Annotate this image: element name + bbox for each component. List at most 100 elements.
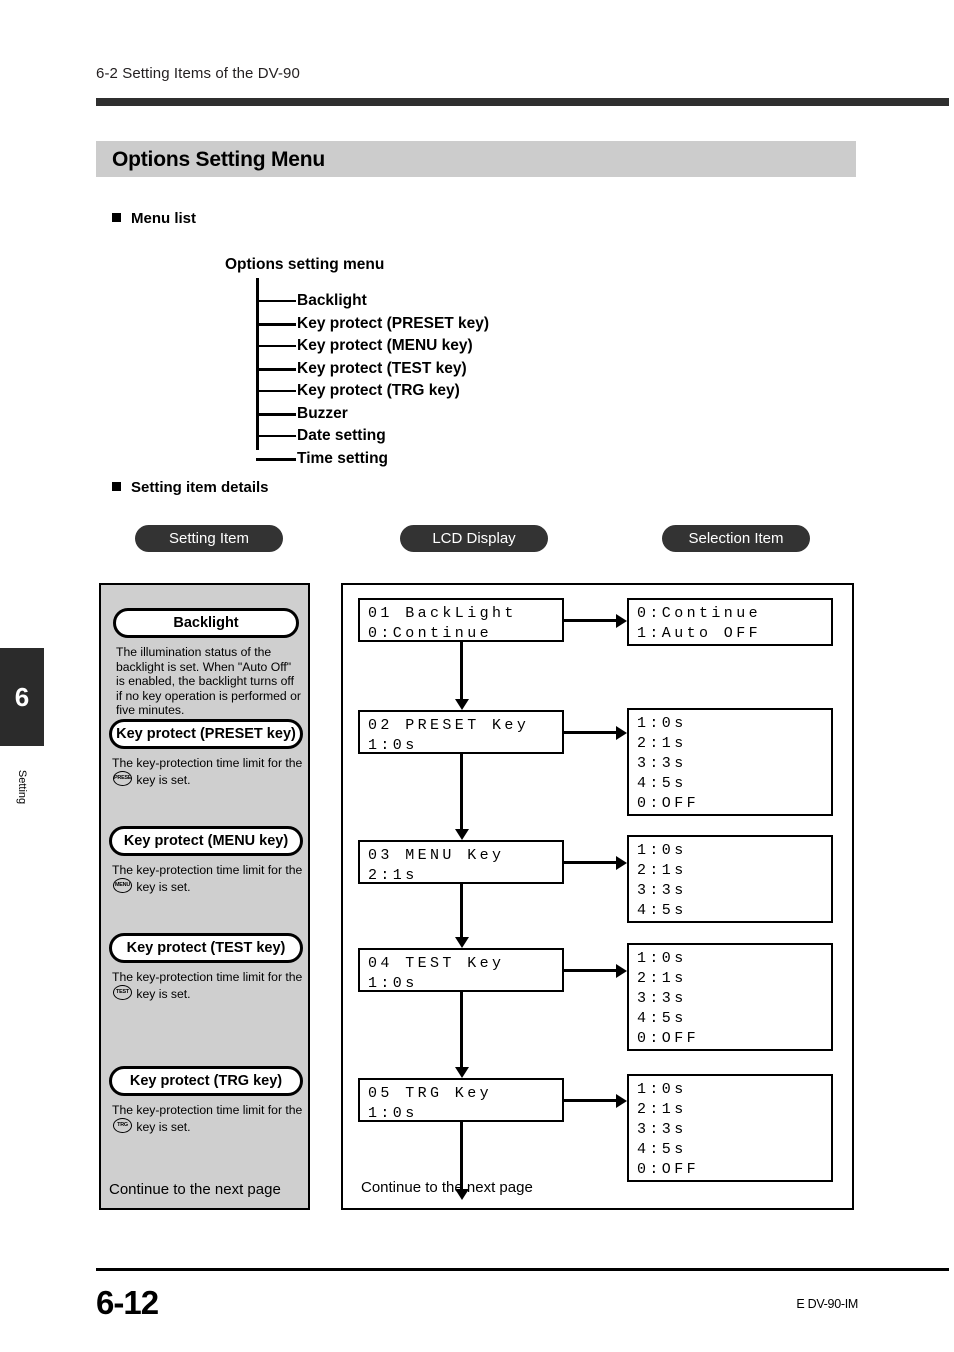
column-header-lcd-display: LCD Display — [400, 525, 548, 552]
lcd-display-3: 03 MENU Key 2:1s — [358, 840, 564, 884]
lcd-line-2: 1:0s — [368, 737, 418, 754]
lcd-line-1: 03 MENU Key — [368, 847, 505, 864]
header-rule — [96, 98, 949, 106]
flow-arrow-vertical-4 — [454, 992, 469, 1078]
lcd-line-1: 01 BackLight — [368, 605, 517, 622]
selection-option-5: 0:OFF — [637, 795, 700, 812]
description-text: key is set. — [133, 1119, 191, 1134]
selection-option-1: 1:0s — [637, 950, 687, 967]
chapter-thumb-tab: 6 — [0, 648, 44, 746]
document-code: E DV-90-IM — [796, 1297, 858, 1311]
description-text: key is set. — [133, 986, 191, 1001]
menu-key-icon: MENU — [113, 877, 132, 893]
lcd-flow-panel: 01 BackLight 0:Continue 0:Continue 1:Auto O… — [341, 583, 854, 1210]
footer-rule — [96, 1268, 949, 1271]
menu-tree-branch — [256, 300, 296, 302]
menu-tree-branch — [256, 367, 296, 371]
continue-next-page-left: Continue to the next page — [109, 1181, 281, 1198]
column-header-selection-item: Selection Item — [662, 525, 810, 552]
section-title-band: Options Setting Menu — [96, 141, 856, 177]
selection-option-1: 1:0s — [637, 715, 687, 732]
setting-item-description-2: The key-protection time limit for the PR… — [112, 756, 306, 787]
flow-arrow-horizontal-4 — [564, 963, 627, 978]
selection-option-4: 4:5s — [637, 1010, 687, 1027]
flow-arrow-vertical-1 — [454, 642, 469, 710]
selection-option-2: 1:Auto OFF — [637, 625, 762, 642]
selection-option-3: 3:3s — [637, 1121, 687, 1138]
setting-item-pill-1: Backlight — [113, 608, 299, 638]
menu-tree: Options setting menu Backlight Key protec… — [225, 256, 645, 467]
selection-option-3: 3:3s — [637, 755, 687, 772]
trg-key-icon: TRG — [113, 1117, 132, 1133]
menu-tree-item-3: Key protect (MENU key) — [297, 337, 473, 354]
selection-item-box-5: 1:0s 2:1s 3:3s 4:5s 0:OFF — [627, 1074, 833, 1182]
test-key-icon: TEST — [113, 984, 132, 1000]
preset-key-icon: PRESET — [113, 770, 132, 786]
heading-setting-item-details-label: Setting item details — [131, 479, 269, 496]
flow-arrow-horizontal-3 — [564, 855, 627, 870]
heading-menu-list-label: Menu list — [131, 210, 197, 227]
flow-arrow-vertical-2 — [454, 754, 469, 840]
menu-tree-spine — [256, 278, 259, 450]
setting-item-panel: Backlight The illumination status of the … — [99, 583, 310, 1210]
flow-arrow-horizontal-2 — [564, 725, 627, 740]
page-number: 6-12 — [96, 1284, 159, 1321]
bullet-square-icon — [112, 213, 121, 222]
menu-tree-item-2: Key protect (PRESET key) — [297, 314, 490, 332]
lcd-display-5: 05 TRG Key 1:0s — [358, 1078, 564, 1122]
running-head: 6-2 Setting Items of the DV-90 — [96, 65, 300, 82]
chapter-thumb-label: Setting — [0, 752, 44, 822]
chapter-thumb-label-text: Setting — [16, 769, 28, 805]
setting-item-description-5: The key-protection time limit for the TR… — [112, 1103, 306, 1134]
selection-option-1: 1:0s — [637, 842, 687, 859]
menu-tree-branch — [256, 457, 296, 461]
selection-item-box-1: 0:Continue 1:Auto OFF — [627, 598, 833, 646]
setting-item-pill-5: Key protect (TRG key) — [109, 1066, 303, 1096]
setting-item-pill-3: Key protect (MENU key) — [109, 826, 303, 856]
setting-item-description-4: The key-protection time limit for the TE… — [112, 970, 306, 1001]
menu-tree-item-6: Buzzer — [297, 404, 348, 422]
selection-option-2: 2:1s — [637, 970, 687, 987]
selection-option-2: 2:1s — [637, 862, 687, 879]
menu-tree-branch — [256, 345, 296, 347]
selection-item-box-3: 1:0s 2:1s 3:3s 4:5s — [627, 835, 833, 923]
selection-option-2: 2:1s — [637, 1101, 687, 1118]
selection-item-box-2: 1:0s 2:1s 3:3s 4:5s 0:OFF — [627, 708, 833, 816]
bullet-square-icon — [112, 482, 121, 491]
selection-option-1: 1:0s — [637, 1081, 687, 1098]
flow-arrow-horizontal-1 — [564, 613, 627, 628]
selection-option-1: 0:Continue — [637, 605, 762, 622]
menu-tree-item-4: Key protect (TEST key) — [297, 359, 467, 377]
lcd-line-2: 2:1s — [368, 867, 418, 884]
page-title: Options Setting Menu — [112, 148, 325, 171]
description-text: The key-protection time limit for the — [112, 756, 303, 770]
menu-tree-branch — [256, 435, 296, 437]
menu-tree-root: Options setting menu — [225, 256, 385, 273]
selection-option-4: 4:5s — [637, 902, 687, 919]
heading-setting-item-details: Setting item details — [112, 479, 269, 496]
menu-tree-item-7: Date setting — [297, 427, 386, 444]
lcd-line-2: 1:0s — [368, 975, 418, 992]
selection-option-3: 3:3s — [637, 882, 687, 899]
lcd-line-2: 0:Continue — [368, 625, 493, 642]
selection-option-4: 4:5s — [637, 1141, 687, 1158]
selection-option-2: 2:1s — [637, 735, 687, 752]
menu-tree-item-8: Time setting — [297, 449, 389, 467]
lcd-line-1: 05 TRG Key — [368, 1085, 493, 1102]
selection-option-3: 3:3s — [637, 990, 687, 1007]
description-text: The key-protection time limit for the — [112, 1103, 303, 1117]
continue-next-page-right: Continue to the next page — [361, 1179, 533, 1196]
lcd-line-1: 04 TEST Key — [368, 955, 505, 972]
description-text: key is set. — [133, 879, 191, 894]
menu-tree-item-5: Key protect (TRG key) — [297, 382, 460, 399]
selection-option-5: 0:OFF — [637, 1161, 700, 1178]
menu-tree-branch — [256, 412, 296, 416]
column-header-setting-item: Setting Item — [135, 525, 283, 552]
setting-item-description-1: The illumination status of the backlight… — [116, 645, 301, 718]
description-text: The key-protection time limit for the — [112, 863, 303, 877]
flow-arrow-vertical-3 — [454, 884, 469, 948]
lcd-display-2: 02 PRESET Key 1:0s — [358, 710, 564, 754]
lcd-display-1: 01 BackLight 0:Continue — [358, 598, 564, 642]
lcd-line-2: 1:0s — [368, 1105, 418, 1122]
menu-tree-branch — [256, 390, 296, 392]
